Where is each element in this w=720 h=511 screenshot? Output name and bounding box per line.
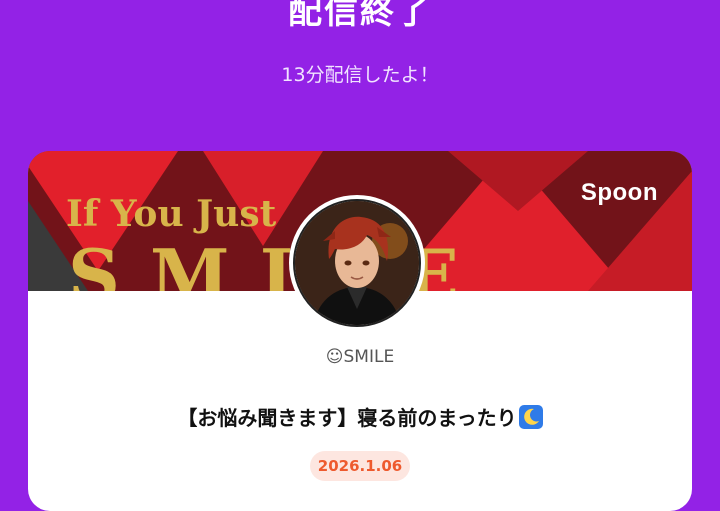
banner-text-line2: SMILE — [68, 233, 489, 291]
spoon-logo: Spoon — [580, 179, 658, 206]
page-title: 配信終了 — [288, 0, 432, 32]
live-title: 【お悩み聞きます】寝る前のまったり — [28, 402, 692, 431]
live-summary-card: If You Just SMILE Spoon ☺SMILE 【お悩み聞きます】… — [28, 151, 692, 511]
stream-duration-text: 13分配信したよ！ — [281, 64, 439, 86]
avatar[interactable] — [289, 195, 425, 331]
crescent-moon-icon — [518, 405, 543, 429]
avatar-illustration — [295, 201, 419, 325]
live-title-text: 【お悩み聞きます】寝る前のまったり — [177, 406, 517, 430]
username[interactable]: ☺SMILE — [28, 347, 692, 367]
banner-text-line1: If You Just — [66, 193, 277, 235]
date-badge: 2026.1.06 — [310, 451, 410, 481]
